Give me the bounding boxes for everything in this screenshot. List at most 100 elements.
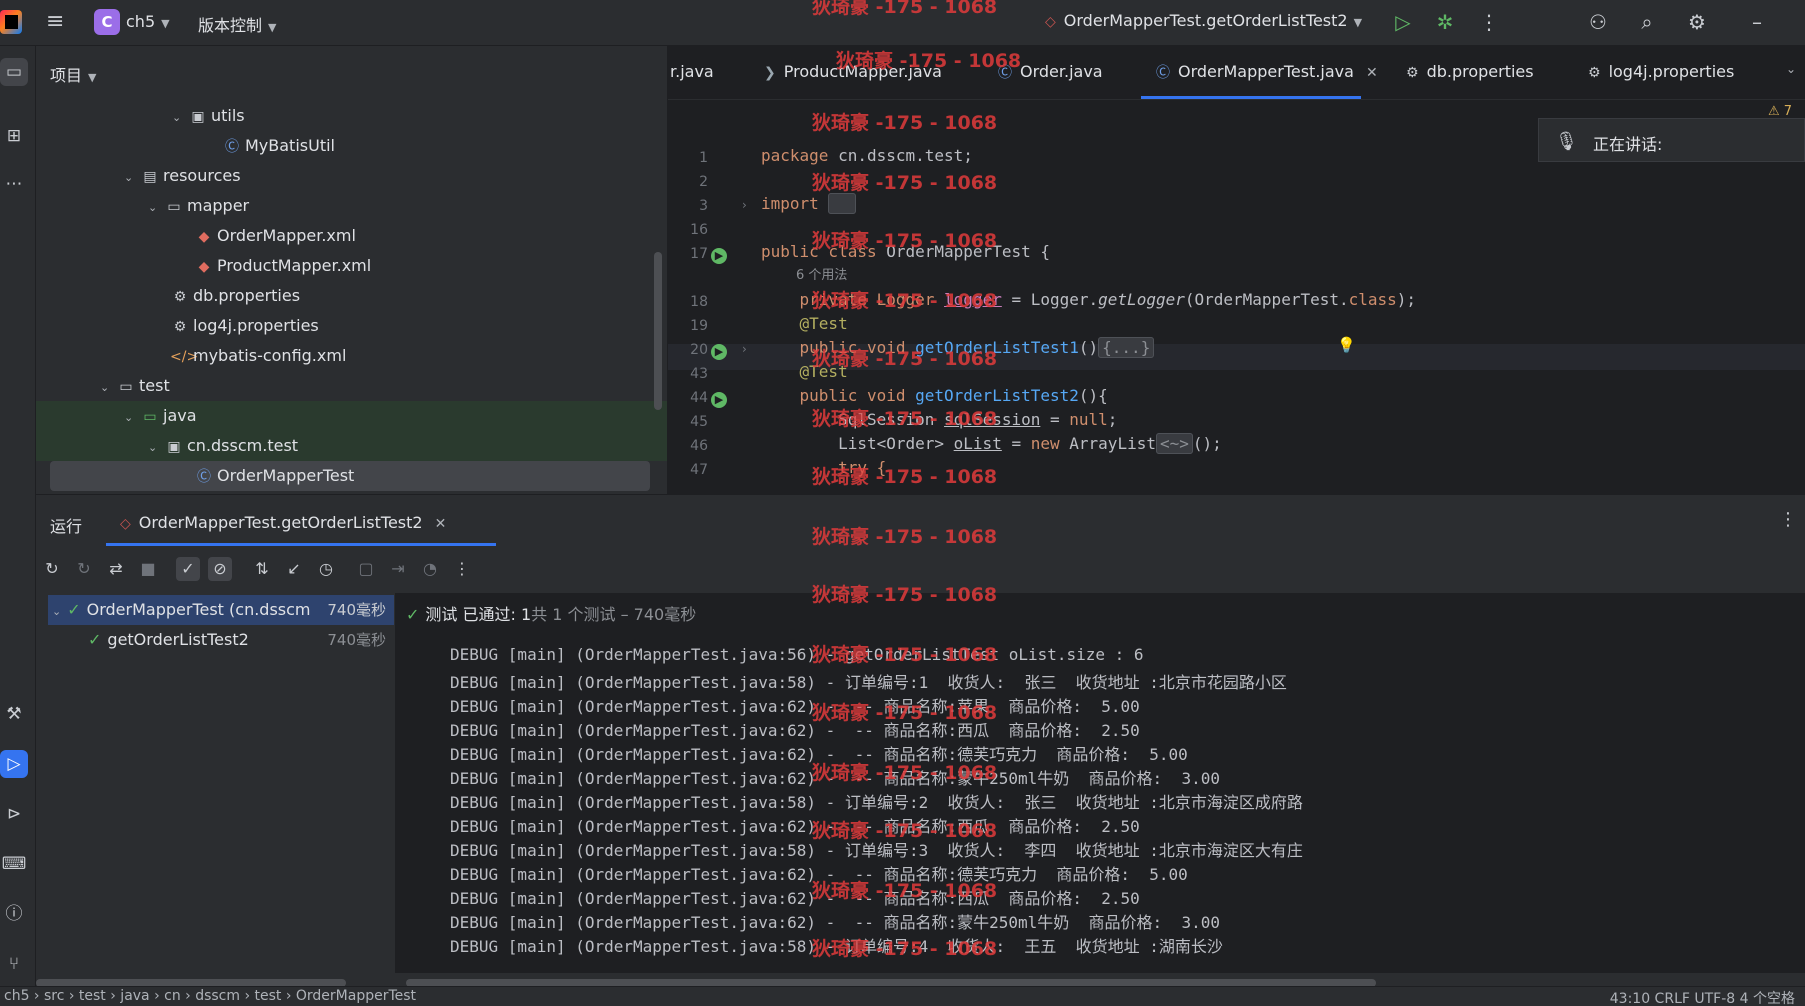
warning-count[interactable]: ⚠ 7 (1768, 104, 1792, 119)
run-tab-label: OrderMapperTest.getOrderListTest2 (138, 513, 423, 532)
log-line: DEBUG [main] (OrderMapperTest.java:58) -… (450, 937, 1223, 956)
more-icon[interactable]: ⋮ (1779, 509, 1797, 530)
tree-item-java[interactable]: ⌄ ▭ java (36, 401, 667, 431)
tree-item-productmapper-xml[interactable]: ◆ ProductMapper.xml (36, 251, 667, 281)
tree-item-mybatis-config[interactable]: </>mybatis-config.xml (36, 341, 667, 371)
project-switcher[interactable]: ch5 ▼ (126, 12, 170, 31)
more-icon[interactable]: ⋮ (450, 557, 474, 581)
terminal-tool-icon[interactable]: ⌨ (0, 850, 28, 878)
sort-icon[interactable]: ⇅ (250, 557, 274, 581)
tree-item-mybatisutil[interactable]: Ⓒ MyBatisUtil (36, 131, 667, 161)
tree-item-mapper[interactable]: ⌄ ▭ mapper (36, 191, 667, 221)
code-line-45[interactable]: SqlSession sqlSession = null; (761, 410, 1117, 429)
test-config-icon: ◇ (120, 516, 131, 532)
xml-icon: ◆ (198, 229, 210, 245)
tree-item-resources[interactable]: ⌄ ▤ resources (36, 161, 667, 191)
chevron-down-icon: ▼ (161, 17, 170, 30)
run-tool-icon[interactable]: ▷ (0, 750, 28, 778)
rerun-failed-icon[interactable]: ↻ (72, 557, 96, 581)
chevron-down-icon: ⌄ (172, 111, 182, 124)
tree-item-ordermappertest[interactable]: Ⓒ OrderMapperTest (50, 461, 650, 491)
rerun-icon[interactable]: ↻ (40, 557, 64, 581)
code-line-47[interactable]: try { (761, 458, 886, 477)
run-tab[interactable]: ◇ OrderMapperTest.getOrderListTest2 ✕ (120, 513, 446, 532)
problems-tool-icon[interactable]: ⓘ (0, 900, 28, 928)
import-tests-icon[interactable]: ↙ (282, 557, 306, 581)
tab-ordermappertest-java[interactable]: Ⓒ OrderMapperTest.java ✕ (1156, 62, 1378, 82)
code-line-18[interactable]: private Logger logger = Logger.getLogger… (761, 290, 1417, 309)
run-config-label: OrderMapperTest.getOrderListTest2 (1063, 11, 1348, 30)
vcs-menu[interactable]: 版本控制 ▼ (198, 12, 276, 36)
code-line-3[interactable]: import (761, 193, 856, 214)
tab-productmapper-java[interactable]: ❯ ProductMapper.java (764, 62, 942, 81)
tree-item-ordermapper-xml[interactable]: ◆ OrderMapper.xml (36, 221, 667, 251)
debug-icon[interactable]: ✲ (1432, 9, 1458, 35)
export-icon[interactable]: ⇥ (386, 557, 410, 581)
more-icon[interactable]: ⋮ (1476, 9, 1502, 35)
code-line-44[interactable]: public void getOrderListTest2(){ (761, 386, 1108, 405)
breadcrumb[interactable]: ch5 › src › test › java › cn › dsscm › t… (4, 988, 416, 1004)
tab-r-java[interactable]: r.java (670, 62, 714, 81)
project-scrollbar[interactable] (654, 252, 662, 410)
tree-item-log4j-properties[interactable]: ⚙ log4j.properties (36, 311, 667, 341)
screenshot-icon[interactable]: ▢ (354, 557, 378, 581)
coverage-icon[interactable]: ◔ (418, 557, 442, 581)
resources-folder-icon: ▤ (143, 169, 157, 185)
services-tool-icon[interactable]: ⊳ (0, 800, 28, 828)
tree-item-utils[interactable]: ⌄ ▣ utils (36, 101, 667, 131)
code-line-46[interactable]: List<Order> oList = new ArrayList <~> (); (761, 433, 1222, 454)
build-tool-icon[interactable]: ⚒ (0, 700, 28, 728)
test-suite-row[interactable]: ⌄ ✓ OrderMapperTest (cn.dsscm 740毫秒 (48, 595, 394, 625)
status-right[interactable]: 43:10 CRLF UTF-8 4 个空格 (1610, 988, 1795, 1006)
project-badge[interactable]: C (94, 9, 120, 35)
editor-tab-bar: r.java ❯ ProductMapper.java Ⓒ Order.java Ⓒ… (668, 46, 1805, 100)
code-line-1[interactable]: package cn.dsscm.test; (761, 146, 973, 165)
settings-icon[interactable]: ⚙ (1684, 9, 1710, 35)
run-test-gutter-icon[interactable]: ▶ (711, 344, 727, 360)
more-tools-icon[interactable]: ⋯ (0, 170, 28, 198)
test-case-row[interactable]: ✓ getOrderListTest2 740毫秒 (48, 625, 394, 655)
tree-item-db-properties[interactable]: ⚙ db.properties (36, 281, 667, 311)
run-config-selector[interactable]: ◇ OrderMapperTest.getOrderListTest2 ▼ (1045, 11, 1362, 30)
run-tab-indicator (106, 543, 496, 546)
code-line-19[interactable]: @Test (761, 314, 848, 333)
tree-item-test[interactable]: ⌄ ▭ test (36, 371, 667, 401)
run-icon[interactable]: ▷ (1390, 9, 1416, 35)
run-test-gutter-icon[interactable]: ▶ (711, 392, 727, 408)
tree-item-label: OrderMapperTest (217, 466, 355, 485)
code-line-20[interactable]: public void getOrderListTest1() {...} (761, 337, 1155, 358)
close-icon[interactable]: ✕ (1366, 65, 1378, 81)
search-icon[interactable]: ⌕ (1634, 9, 1660, 35)
tab-db-properties[interactable]: ⚙ db.properties (1406, 62, 1534, 81)
stop-icon[interactable]: ■ (136, 557, 160, 581)
minimize-icon[interactable]: – (1744, 9, 1770, 35)
project-panel-header[interactable]: 项目 ▼ (50, 62, 96, 86)
run-test-gutter-icon[interactable]: ▶ (711, 248, 727, 264)
project-tool-icon[interactable]: ▭ (0, 58, 28, 86)
tab-order-java[interactable]: Ⓒ Order.java (998, 62, 1103, 82)
fold-chevron-icon[interactable]: › (742, 342, 747, 356)
fold-chevron-icon[interactable]: › (742, 198, 747, 212)
line-number: 16 (690, 222, 708, 238)
tab-log4j-properties[interactable]: ⚙ log4j.properties (1588, 62, 1734, 81)
chevron-down-icon: ⌄ (148, 441, 158, 454)
usage-hint[interactable]: 6 个用法 (796, 264, 847, 283)
add-user-icon[interactable]: ⚇ (1585, 9, 1611, 35)
toggle-auto-test-icon[interactable]: ⇄ (104, 557, 128, 581)
console-output[interactable]: ✓ 测试 已通过: 1共 1 个测试 – 740毫秒 DEBUG [main] (… (396, 593, 1805, 973)
show-passed-icon[interactable]: ✓ (176, 557, 200, 581)
speaking-popup[interactable]: 🎙 正在讲话: (1538, 118, 1805, 162)
show-ignored-icon[interactable]: ⊘ (208, 557, 232, 581)
lightbulb-icon[interactable]: 💡 (1337, 336, 1356, 354)
log-line: DEBUG [main] (OrderMapperTest.java:58) -… (450, 793, 1303, 812)
tree-item-package[interactable]: ⌄ ▣ cn.dsscm.test (36, 431, 667, 461)
git-tool-icon[interactable]: ⑂ (0, 950, 28, 978)
structure-tool-icon[interactable]: ⊞ (0, 122, 28, 150)
log-line: DEBUG [main] (OrderMapperTest.java:62) -… (450, 745, 1188, 764)
code-line-17[interactable]: public class OrderMapperTest { (761, 242, 1050, 261)
hamburger-icon[interactable]: ≡ (46, 11, 68, 33)
close-icon[interactable]: ✕ (435, 516, 447, 532)
history-icon[interactable]: ◷ (314, 557, 338, 581)
code-line-43[interactable]: @Test (761, 362, 848, 381)
tab-overflow-chevron-icon[interactable]: ⌄ (1786, 62, 1796, 76)
